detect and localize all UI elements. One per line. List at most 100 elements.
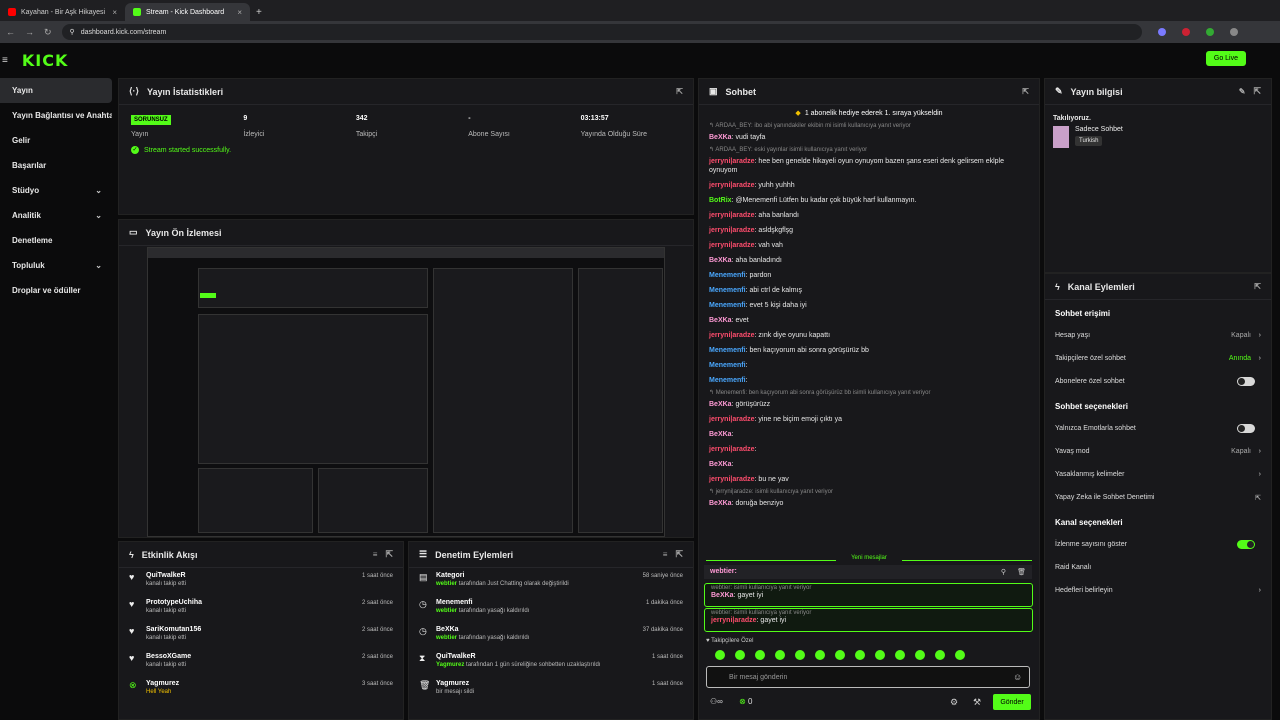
username[interactable]: BeXKa [711,592,734,599]
username[interactable]: BeXKa [709,317,732,324]
username[interactable]: jerryni|aradze [709,476,755,483]
kick-logo[interactable]: KICK [22,51,69,70]
username[interactable]: BeXKa [709,257,732,264]
popout-icon[interactable]: ⇱ [675,549,683,560]
filter-icon[interactable]: ≡ [663,550,668,559]
username[interactable]: Menemenfi [709,347,746,354]
username[interactable]: Menemenfi [709,377,746,384]
emote-icon[interactable] [835,650,845,660]
sidebar-item-revenue[interactable]: Gelir [0,128,112,153]
username[interactable]: Yagmurez [146,680,179,687]
emote-icon[interactable] [715,650,725,660]
forward-icon[interactable]: → [25,27,34,37]
subs-only-toggle[interactable] [1237,377,1255,386]
sidebar-item-moderation[interactable]: Denetleme [0,228,112,253]
username[interactable]: jerryni|aradze [709,227,755,234]
new-tab-button[interactable]: + [256,7,262,18]
browser-tab-music[interactable]: Kayahan - Bir Aşk Hikayesi × [0,3,125,21]
sidebar-item-studio[interactable]: Stüdyo ⌄ [0,178,112,203]
show-viewers-toggle[interactable] [1237,540,1255,549]
close-icon[interactable]: × [112,8,117,17]
chat-message-input[interactable]: Bir mesaj gönderin [706,666,1030,688]
sidebar-item-stream[interactable]: Yayın [0,78,112,103]
extension-icon[interactable] [1205,28,1214,36]
sidebar-item-stream-key[interactable]: Yayın Bağlantısı ve Anahtarı [0,103,112,128]
popout-icon[interactable]: ⇱ [385,549,393,560]
avatar[interactable] [1229,28,1238,36]
pin-icon[interactable]: ⚲ [1001,568,1006,576]
username[interactable]: BeXKa [709,461,732,468]
emotes-only-toggle[interactable] [1237,424,1255,433]
emote-icon[interactable] [875,650,885,660]
close-icon[interactable]: × [237,8,242,17]
emote-icon[interactable] [895,650,905,660]
slow-mode-setting[interactable]: Yavaş mod Kapalı › [1045,440,1271,463]
menu-icon[interactable]: ≡ [2,55,8,66]
emote-icon[interactable] [795,650,805,660]
trash-icon[interactable]: 🗑 [1017,568,1026,576]
gear-icon[interactable]: ⚙ [950,697,958,708]
username[interactable]: BeXKa [709,431,732,438]
category-name[interactable]: Sadece Sohbet [1075,126,1123,133]
sidebar-item-analytics[interactable]: Analitik ⌄ [0,203,112,228]
emote-icon[interactable] [955,650,965,660]
actor[interactable]: Yagmurez [436,662,464,668]
username[interactable]: Menemenfi [709,272,746,279]
target[interactable]: BeXKa [436,626,529,633]
username[interactable]: jerryni|aradze [709,446,755,453]
username[interactable]: BeXKa [709,134,732,141]
username[interactable]: PrototypeUchiha [146,599,202,606]
popout-icon[interactable]: ⇱ [676,87,683,96]
username[interactable]: BeXKa [709,500,732,507]
reload-icon[interactable]: ↻ [44,27,52,38]
raid-setting[interactable]: Raid Kanalı [1045,556,1271,579]
mod-icon[interactable]: ⚒ [973,697,981,708]
actor[interactable]: webtier [436,581,457,587]
back-icon[interactable]: ← [6,27,15,37]
emote-icon[interactable] [735,650,745,660]
username[interactable]: Menemenfi [709,302,746,309]
send-button[interactable]: Gönder [993,694,1031,710]
emote-icon[interactable] [855,650,865,660]
target[interactable]: QuiTwalkeR [436,653,600,660]
username[interactable]: webtier: [710,568,737,575]
username[interactable]: BeXKa [709,401,732,408]
emoji-icon[interactable]: ☺ [1013,672,1022,682]
account-age-setting[interactable]: Hesap yaşı Kapalı › [1045,324,1271,347]
emote-icon[interactable] [755,650,765,660]
site-info-icon[interactable]: ⚲ [70,28,75,36]
banned-words-setting[interactable]: Yasaklanmış kelimeler › [1045,463,1271,486]
edit-icon[interactable]: ✎ [1239,87,1246,96]
username[interactable]: BotRix [709,197,732,204]
username[interactable]: jerryni|aradze [711,617,757,624]
popout-icon[interactable]: ⇱ [1253,86,1261,97]
username[interactable]: BessoXGame [146,653,191,660]
username[interactable]: jerryni|aradze [709,242,755,249]
goals-setting[interactable]: Hedefleri belirleyin › [1045,579,1271,602]
emote-icon[interactable] [915,650,925,660]
username[interactable]: SariKomutan156 [146,626,201,633]
stream-preview-video[interactable] [147,247,665,537]
popout-icon[interactable]: ⇱ [1254,282,1261,291]
username[interactable]: Menemenfi [709,362,746,369]
username[interactable]: jerryni|aradze [709,332,755,339]
address-bar[interactable]: ⚲ dashboard.kick.com/stream [61,24,1142,40]
username[interactable]: jerryni|aradze [709,158,755,165]
target[interactable]: Menemenfi [436,599,529,606]
followers-only-setting[interactable]: Takipçilere özel sohbet Anında › [1045,347,1271,370]
ai-moderation-setting[interactable]: Yapay Zeka ile Sohbet Denetimi ⇱ [1045,486,1271,509]
username[interactable]: QuiTwalkeR [146,572,186,579]
sidebar-item-community[interactable]: Topluluk ⌄ [0,253,112,278]
username[interactable]: Menemenfi [709,287,746,294]
username[interactable]: jerryni|aradze [709,182,755,189]
emote-icon[interactable] [935,650,945,660]
emote-icon[interactable] [775,650,785,660]
username[interactable]: jerryni|aradze [709,416,755,423]
filter-icon[interactable]: ≡ [373,550,378,559]
sidebar-item-achievements[interactable]: Başarılar [0,153,112,178]
actor[interactable]: webtier [436,608,457,614]
users-icon[interactable]: ⚇∞ [710,697,723,706]
extension-icon[interactable] [1181,28,1190,36]
emote-icon[interactable] [815,650,825,660]
actor[interactable]: webtier [436,635,457,641]
